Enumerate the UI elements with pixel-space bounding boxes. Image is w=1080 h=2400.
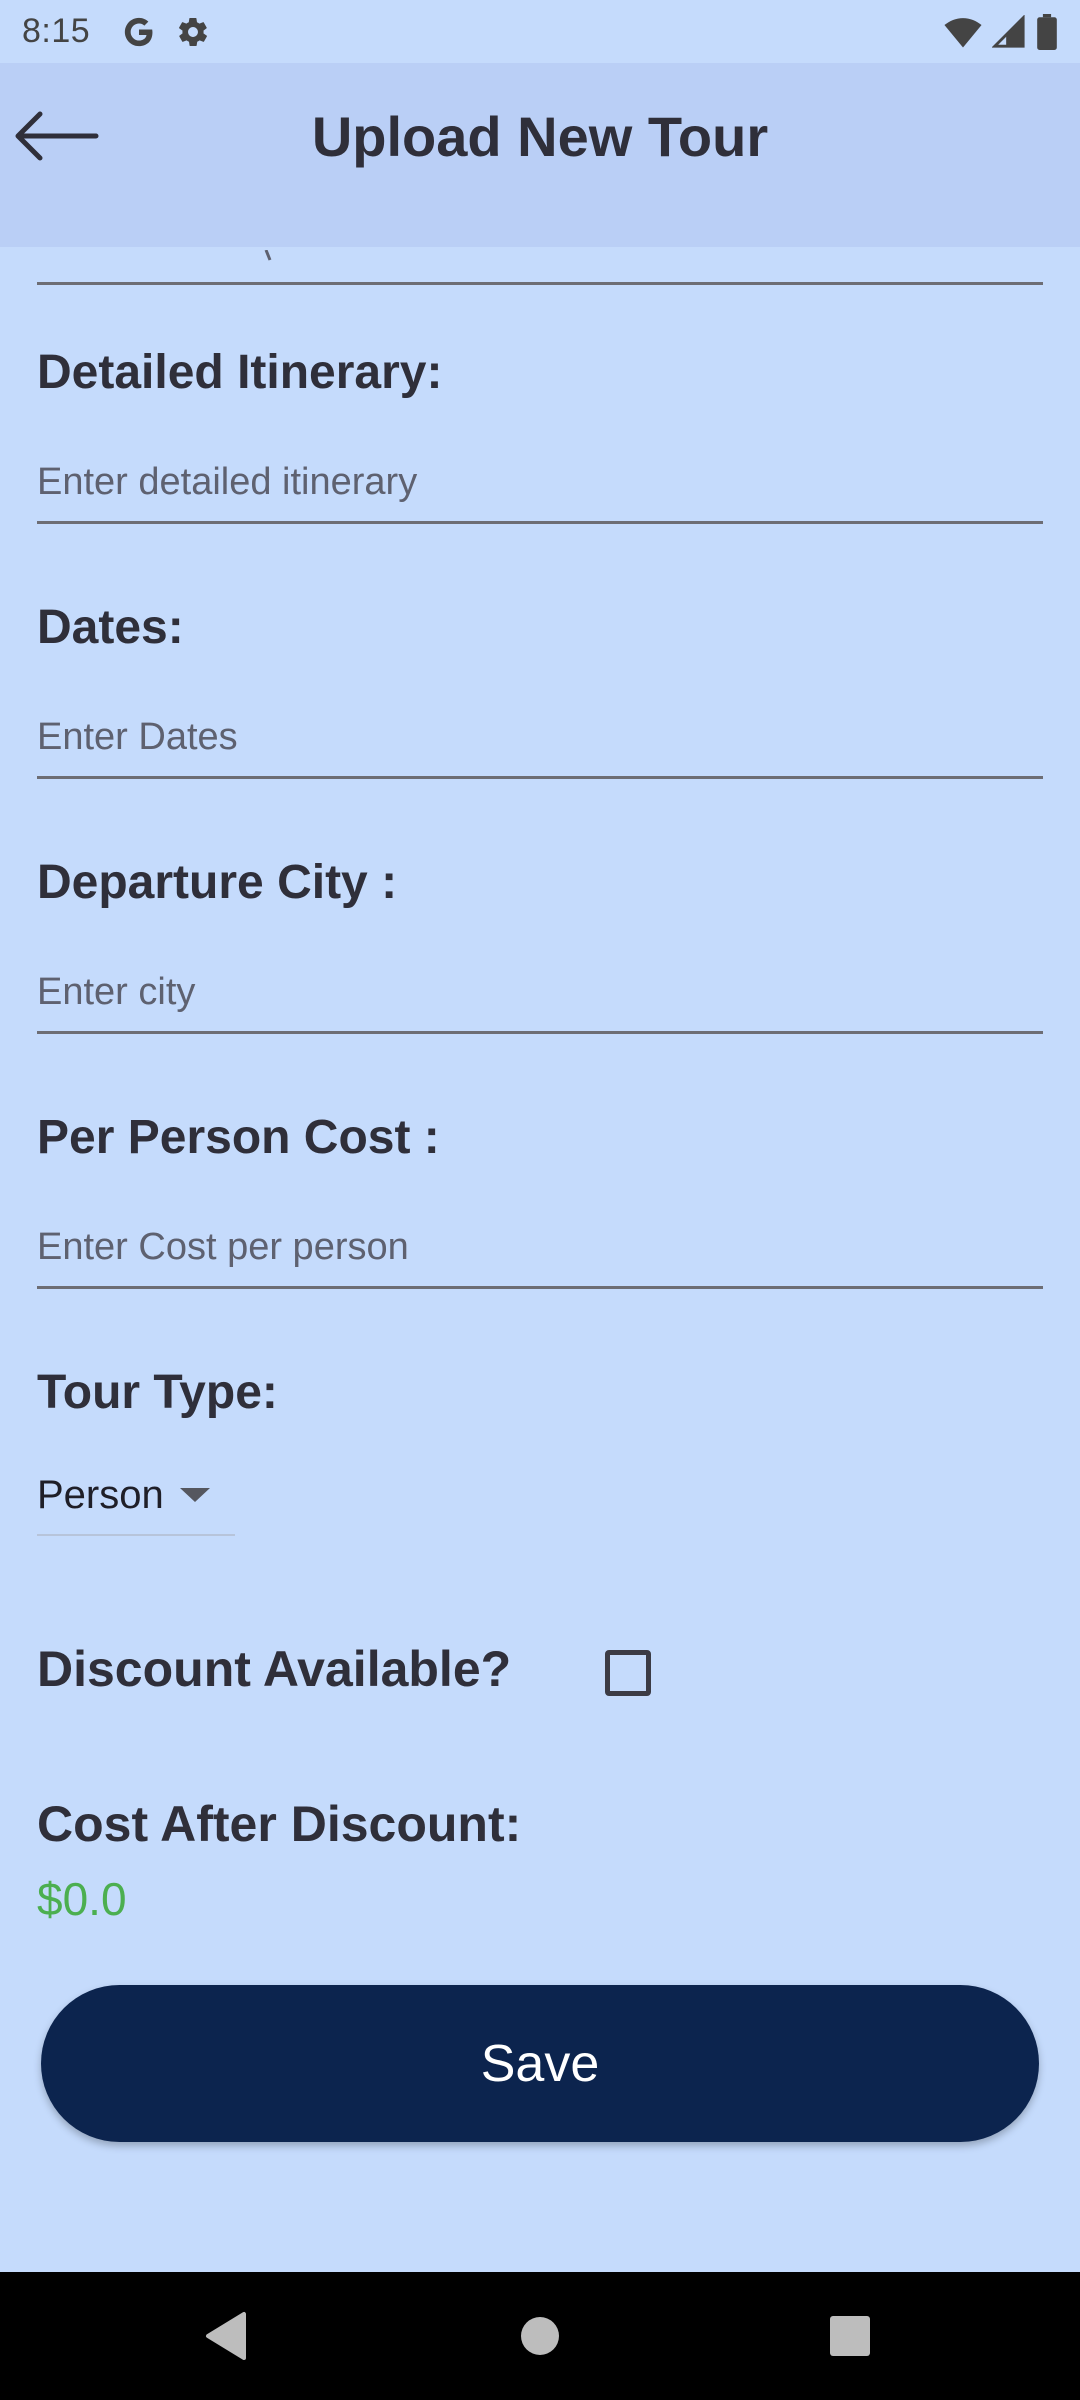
signal-icon	[992, 14, 1025, 48]
home-circle-icon	[521, 2317, 559, 2355]
dropdown-caret-icon	[179, 1488, 210, 1502]
discount-label: Discount Available?	[37, 1641, 512, 1697]
nav-home-button[interactable]	[470, 2272, 610, 2400]
back-triangle-icon	[206, 2312, 246, 2360]
save-button[interactable]: Save	[41, 1985, 1039, 2142]
status-time: 8:15	[22, 12, 91, 50]
tour-type-selected: Person	[37, 1472, 164, 1517]
cost-after-discount-value: $0.0	[37, 1873, 127, 1925]
tour-type-dropdown[interactable]: Person	[37, 1456, 235, 1536]
departure-city-field: Departure City :	[37, 855, 1043, 1034]
dates-input[interactable]	[37, 699, 1043, 779]
status-icons	[944, 13, 1058, 50]
tour-type-field: Tour Type:	[37, 1365, 1043, 1420]
nav-back-button[interactable]	[156, 2272, 296, 2400]
dates-label: Dates:	[37, 601, 184, 654]
wifi-icon	[944, 17, 982, 47]
page-title: Upload New Tour	[311, 104, 769, 168]
departure-city-label: Departure City :	[37, 856, 398, 909]
scrolled-field-text-fragment	[264, 250, 272, 261]
itinerary-field: Detailed Itinerary:	[37, 345, 1043, 524]
discount-checkbox[interactable]	[605, 1650, 651, 1696]
cost-after-discount-label: Cost After Discount:	[37, 1796, 522, 1852]
tour-type-label: Tour Type:	[37, 1366, 278, 1419]
status-bar: 8:15	[0, 0, 1080, 63]
recents-square-icon	[830, 2316, 870, 2356]
dates-field: Dates:	[37, 600, 1043, 779]
per-person-cost-label: Per Person Cost :	[37, 1111, 440, 1164]
arrow-left-icon	[15, 111, 99, 161]
scrolled-field-underline	[37, 282, 1043, 285]
app-bar: Upload New Tour	[0, 63, 1080, 247]
per-person-cost-input[interactable]	[37, 1209, 1043, 1289]
save-button-label: Save	[480, 2034, 600, 2093]
departure-city-input[interactable]	[37, 954, 1043, 1034]
back-button[interactable]	[6, 91, 102, 181]
per-person-cost-field: Per Person Cost :	[37, 1110, 1043, 1289]
battery-icon	[1037, 13, 1057, 50]
screen: 8:15 Upload New Tour Detailed Itinerary:…	[0, 0, 1080, 2400]
settings-gear-icon	[179, 17, 208, 46]
itinerary-input[interactable]	[37, 444, 1043, 524]
google-icon	[125, 17, 153, 46]
itinerary-label: Detailed Itinerary:	[37, 346, 443, 399]
system-nav-bar	[0, 2272, 1080, 2400]
nav-recents-button[interactable]	[780, 2272, 920, 2400]
